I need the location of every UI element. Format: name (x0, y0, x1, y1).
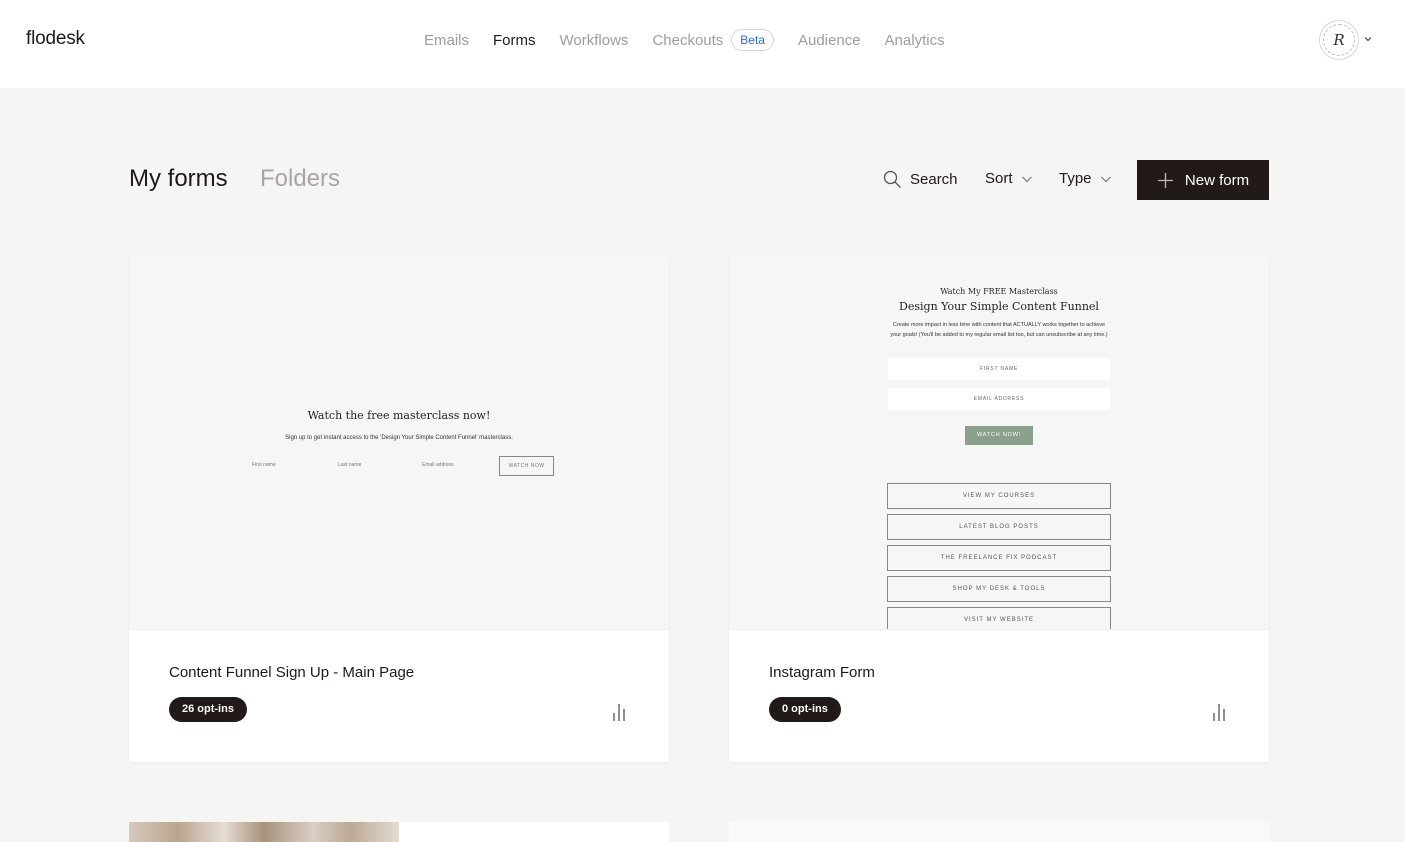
app-logo[interactable]: flodesk (26, 28, 85, 50)
nav-analytics[interactable]: Analytics (885, 32, 945, 49)
optins-badge: 0 opt-ins (769, 697, 841, 722)
preview-link: VIEW MY COURSES (887, 483, 1111, 509)
preview-subtitle: Sign up to get instant access to the 'De… (285, 435, 513, 441)
page-title: My forms (129, 165, 228, 192)
preview-title: Watch the free masterclass now! (307, 409, 491, 422)
tab-folders[interactable]: Folders (260, 165, 340, 193)
form-card[interactable] (729, 822, 1269, 842)
bar-chart-icon[interactable] (611, 702, 627, 722)
preview-link: SHOP MY DESK & TOOLS (887, 576, 1111, 602)
preview-title: Design Your Simple Content Funnel (899, 300, 1099, 313)
preview-field: First name (252, 462, 276, 468)
form-preview[interactable]: Watch My FREE Masterclass Design Your Si… (729, 256, 1269, 630)
nav-workflows[interactable]: Workflows (560, 32, 629, 49)
main-nav: Emails Forms Workflows Checkouts Beta Au… (424, 29, 969, 51)
preview-pretitle: Watch My FREE Masterclass (940, 287, 1058, 296)
form-card[interactable]: Watch My FREE Masterclass Design Your Si… (729, 256, 1269, 762)
preview-link: LATEST BLOG POSTS (887, 514, 1111, 540)
plus-icon (1157, 172, 1173, 188)
bar-chart-icon[interactable] (1211, 702, 1227, 722)
new-form-label: New form (1184, 171, 1250, 189)
preview-button: WATCH NOW! (965, 426, 1033, 445)
preview-field: EMAIL ADDRESS (888, 388, 1110, 410)
search-icon (883, 170, 901, 188)
preview-button: WATCH NOW (499, 456, 554, 476)
nav-audience[interactable]: Audience (798, 32, 861, 49)
search-button[interactable]: Search (883, 170, 958, 189)
search-label: Search (910, 171, 958, 188)
chevron-down-icon (1021, 176, 1032, 182)
nav-checkouts[interactable]: Checkouts (652, 32, 723, 49)
type-dropdown[interactable]: Type (1059, 170, 1112, 187)
preview-field: FIRST NAME (888, 358, 1110, 380)
user-avatar[interactable]: R (1319, 20, 1359, 60)
chevron-down-icon (1100, 176, 1111, 182)
preview-field: Last name (338, 462, 362, 468)
nav-emails[interactable]: Emails (424, 32, 469, 49)
type-label: Type (1059, 170, 1092, 187)
sort-label: Sort (985, 170, 1013, 187)
preview-description: Create more impact in less time with con… (890, 322, 1108, 338)
new-form-button[interactable]: New form (1137, 160, 1269, 200)
form-preview[interactable]: Watch the free masterclass now! Sign up … (129, 256, 669, 630)
top-navigation-bar: flodesk Emails Forms Workflows Checkouts… (0, 0, 1405, 88)
preview-fields: First name Last name Email address WATCH… (249, 456, 554, 476)
preview-link: THE FREELANCE FIX PODCAST (887, 545, 1111, 571)
beta-badge: Beta (731, 29, 774, 51)
form-card[interactable] (129, 822, 669, 842)
form-name[interactable]: Content Funnel Sign Up - Main Page (169, 664, 414, 681)
preview-link: VISIT MY WEBSITE (887, 607, 1111, 629)
preview-field: Email address (422, 462, 454, 468)
form-preview-image (129, 822, 399, 842)
sort-dropdown[interactable]: Sort (985, 170, 1033, 187)
chevron-down-icon[interactable] (1363, 34, 1373, 44)
form-card[interactable]: Watch the free masterclass now! Sign up … (129, 256, 669, 762)
nav-forms[interactable]: Forms (493, 32, 536, 49)
avatar-initial: R (1323, 24, 1355, 56)
optins-badge: 26 opt-ins (169, 697, 247, 722)
form-name[interactable]: Instagram Form (769, 664, 875, 681)
nav-checkouts-group[interactable]: Checkouts Beta (652, 29, 774, 51)
